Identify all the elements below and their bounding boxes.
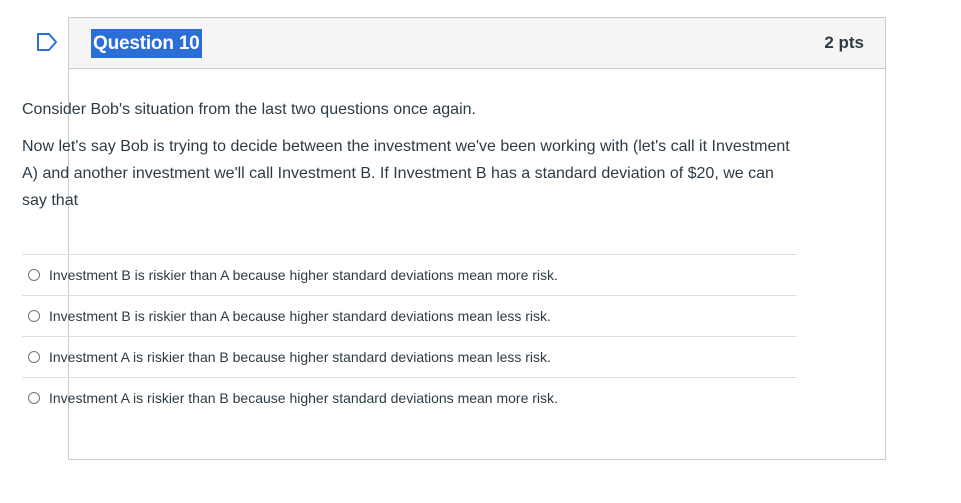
answer-option[interactable]: Investment B is riskier than A because h… bbox=[22, 295, 797, 336]
answer-label: Investment B is riskier than A because h… bbox=[49, 267, 558, 283]
question-title: Question 10 bbox=[91, 29, 202, 58]
question-paragraph: Consider Bob's situation from the last t… bbox=[22, 101, 476, 118]
question-text: Consider Bob's situation from the last t… bbox=[22, 96, 792, 224]
answer-option[interactable]: Investment B is riskier than A because h… bbox=[22, 254, 797, 295]
answer-label: Investment B is riskier than A because h… bbox=[49, 308, 551, 324]
answer-option[interactable]: Investment A is riskier than B because h… bbox=[22, 377, 797, 418]
answer-label: Investment A is riskier than B because h… bbox=[49, 390, 558, 406]
question-points: 2 pts bbox=[824, 33, 864, 52]
radio-button[interactable] bbox=[28, 351, 40, 363]
radio-button[interactable] bbox=[28, 392, 40, 404]
radio-button[interactable] bbox=[28, 310, 40, 322]
answer-option[interactable]: Investment A is riskier than B because h… bbox=[22, 336, 797, 377]
question-paragraph: Now let's say Bob is trying to decide be… bbox=[22, 138, 790, 209]
radio-button[interactable] bbox=[28, 269, 40, 281]
question-header: Question 10 2 pts bbox=[69, 18, 885, 69]
answer-list: Investment B is riskier than A because h… bbox=[22, 254, 797, 418]
flag-question-icon[interactable] bbox=[36, 32, 58, 52]
answer-label: Investment A is riskier than B because h… bbox=[49, 349, 551, 365]
